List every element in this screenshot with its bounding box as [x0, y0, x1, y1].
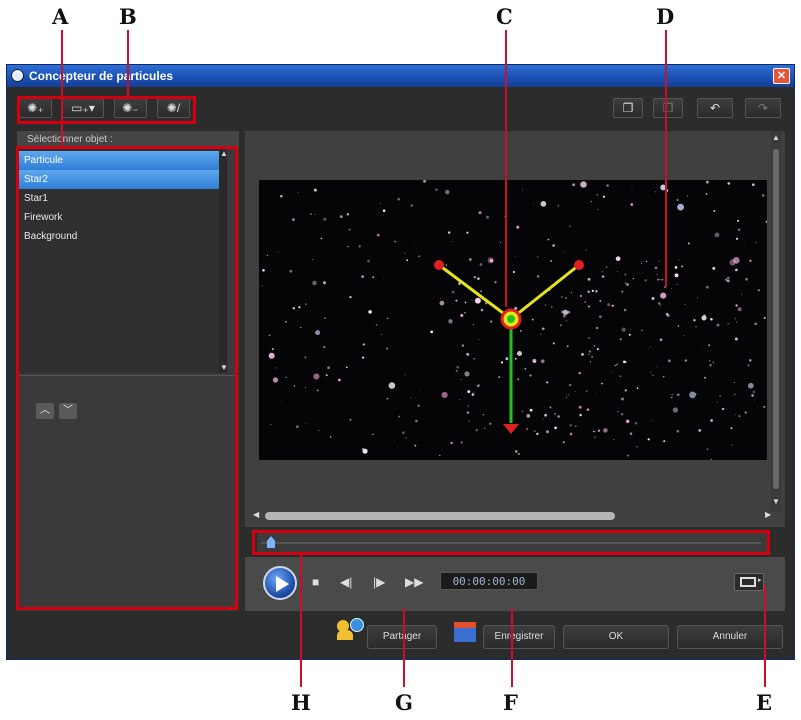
list-item[interactable]: Firework: [19, 208, 219, 227]
callout-f: F: [503, 690, 518, 715]
callout-line-f: [511, 608, 513, 687]
callout-e: E: [756, 690, 773, 715]
window-title: Concepteur de particules: [29, 69, 174, 83]
callout-line-b: [127, 30, 129, 96]
save-button[interactable]: Enregistrer: [483, 625, 555, 649]
panel-divider: [17, 375, 239, 376]
chevron-down-icon: ﹀: [63, 405, 73, 416]
add-image-button[interactable]: ▭₊▾: [62, 98, 104, 118]
play-icon: [276, 576, 289, 592]
dropdown-arrow-icon: ▸: [758, 577, 762, 584]
remove-particle-icon: ✺₋: [122, 101, 139, 115]
share-button[interactable]: Partager: [367, 625, 437, 649]
move-up-button[interactable]: ︿: [36, 403, 54, 419]
scroll-down-icon[interactable]: ▼: [220, 363, 228, 372]
gravity-arrow-icon[interactable]: [503, 424, 519, 434]
scroll-right-icon[interactable]: ▶: [765, 510, 771, 519]
callout-g: G: [395, 690, 413, 715]
preview-horizontal-scrollbar[interactable]: ◀ ▶: [253, 510, 771, 521]
list-item[interactable]: Star2: [19, 170, 219, 189]
remove-particle-button[interactable]: ✺₋: [114, 98, 147, 118]
particle-designer-window: Concepteur de particules ✕ ✺₊ ▭₊▾ ✺₋ ✺/ …: [6, 64, 795, 660]
share-icon: [337, 618, 365, 642]
add-particle-button[interactable]: ✺₊: [19, 98, 52, 118]
particle-handles[interactable]: [259, 180, 767, 460]
timeline-scrubber-icon[interactable]: [267, 536, 275, 548]
callout-line-e: [764, 585, 766, 687]
callout-h: H: [291, 690, 311, 715]
scroll-up-icon[interactable]: ▲: [220, 149, 228, 158]
object-list-scrollbar[interactable]: ▲ ▼: [219, 149, 228, 373]
edit-particle-icon: ✺/: [166, 101, 181, 115]
emitter-center-inner: [507, 315, 515, 323]
object-panel-header: Sélectionner objet :: [17, 131, 239, 148]
callout-b: B: [119, 4, 137, 29]
callout-line-h: [300, 553, 302, 687]
direction-handle-right: [510, 263, 580, 321]
list-item[interactable]: Background: [19, 227, 219, 246]
screen-icon: [740, 577, 756, 587]
close-button[interactable]: ✕: [773, 68, 790, 84]
timeline-track: [261, 542, 761, 544]
next-frame-icon[interactable]: |▶: [373, 575, 385, 589]
callout-line-g: [403, 608, 405, 687]
scroll-thumb[interactable]: [773, 149, 779, 489]
callout-line-a: [61, 30, 63, 146]
ok-button[interactable]: OK: [563, 625, 669, 649]
previous-frame-icon[interactable]: ◀|: [340, 575, 352, 589]
redo-button[interactable]: ↷: [745, 98, 781, 118]
display-mode-button[interactable]: ▸: [734, 573, 764, 591]
move-down-button[interactable]: ﹀: [59, 403, 77, 419]
preview-canvas[interactable]: [259, 180, 767, 460]
preview-vertical-scrollbar[interactable]: ▲ ▼: [771, 131, 781, 511]
stop-icon[interactable]: ■: [312, 575, 319, 589]
add-image-icon: ▭₊▾: [71, 101, 95, 115]
undo-icon: ↶: [709, 101, 721, 115]
edit-particle-button[interactable]: ✺/: [157, 98, 190, 118]
callout-line-c: [505, 30, 507, 307]
redo-icon: ↷: [757, 101, 769, 115]
undo-button[interactable]: ↶: [697, 98, 733, 118]
scroll-left-icon[interactable]: ◀: [253, 510, 259, 519]
cancel-button[interactable]: Annuler: [677, 625, 783, 649]
title-bar: Concepteur de particules ✕: [7, 65, 794, 87]
add-particle-icon: ✺₊: [27, 101, 44, 115]
play-button[interactable]: [263, 566, 297, 600]
list-item[interactable]: Star1: [19, 189, 219, 208]
scroll-down-icon[interactable]: ▼: [772, 497, 780, 506]
app-icon: [11, 69, 24, 82]
object-list[interactable]: Particule Star2 Star1 Firework Backgroun…: [19, 149, 227, 373]
copy-button[interactable]: ❐: [613, 98, 643, 118]
callout-line-d: [665, 30, 667, 287]
left-handle-point[interactable]: [434, 260, 444, 270]
timeline-slider[interactable]: [257, 533, 769, 553]
scroll-thumb[interactable]: [265, 512, 615, 520]
list-item[interactable]: Particule: [19, 151, 219, 170]
chevron-up-icon: ︿: [40, 405, 50, 416]
fast-forward-icon[interactable]: ▶▶: [405, 575, 423, 589]
paste-button[interactable]: ❐: [653, 98, 683, 118]
callout-d: D: [656, 4, 675, 29]
direction-handle-left: [438, 263, 512, 321]
timecode-display: 00:00:00:00: [440, 572, 538, 590]
callout-a: A: [52, 4, 69, 29]
save-icon: [454, 622, 476, 642]
scroll-up-icon[interactable]: ▲: [772, 133, 780, 142]
right-handle-point[interactable]: [574, 260, 584, 270]
callout-c: C: [496, 4, 513, 29]
copy-icon: ❐: [622, 101, 634, 115]
